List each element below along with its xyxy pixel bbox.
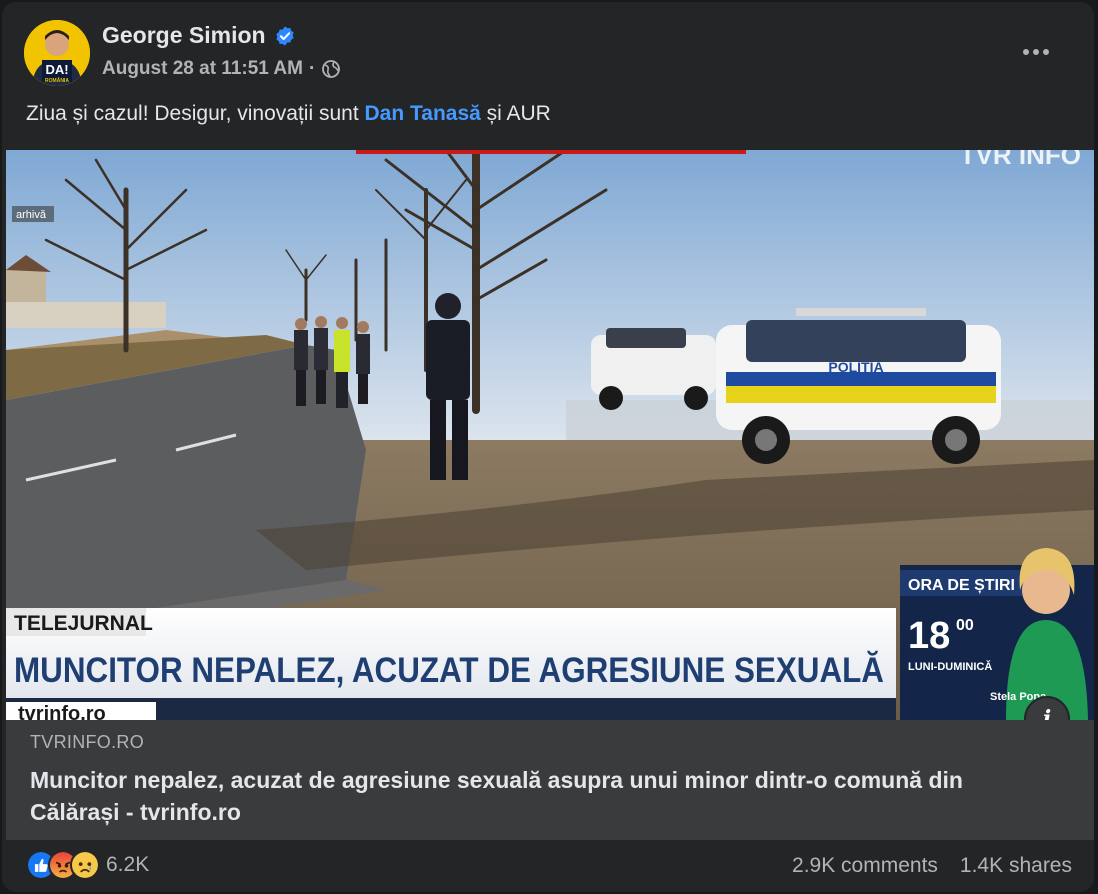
news-box-minutes: 00 [956,617,974,634]
author-name[interactable]: George Simion [102,22,266,49]
avatar-sub-text: ROMÂNIA [45,77,69,84]
lower-third-website: tvrinfo.ro [18,703,106,720]
reactions-summary[interactable]: 6.2K [26,850,149,880]
more-options-icon[interactable] [1016,36,1056,68]
news-box-hour: 18 [908,615,950,657]
post-meta: August 28 at 11:51 AM · [102,58,341,80]
avatar-badge-text: DA! [45,62,68,77]
news-box-days: LUNI-DUMINICĂ [908,660,992,673]
post-text-before: Ziua și cazul! Desigur, vinovații sunt [26,102,365,125]
channel-logo: TVR INFO [960,150,1081,170]
author-avatar[interactable]: DA! ROMÂNIA [24,20,90,86]
post-text: Ziua și cazul! Desigur, vinovații sunt D… [26,102,551,126]
link-title: Muncitor nepalez, acuzat de agresiune se… [30,767,963,825]
post-stats: 2.9K comments 1.4K shares [792,854,1072,878]
post-text-after: și AUR [480,102,551,125]
author-row: George Simion [102,22,296,49]
verified-badge-icon [275,25,294,46]
link-preview[interactable]: TVRINFO.RO Muncitor nepalez, acuzat de a… [6,720,1094,840]
post-card: DA! ROMÂNIA George Simion August 28 at 1… [2,2,1094,892]
post-image[interactable]: POLIȚIA arhivă TVR INFO TELEJURNAL MUNCI… [6,150,1094,720]
shares-count[interactable]: 1.4K shares [960,854,1072,878]
show-name: TELEJURNAL [14,612,153,635]
mention-link[interactable]: Dan Tanasă [364,102,480,125]
link-domain: TVRINFO.RO [30,732,144,752]
comments-count[interactable]: 2.9K comments [792,854,938,878]
meta-separator: · [308,58,316,79]
archive-tag: arhivă [16,209,47,221]
post-timestamp[interactable]: August 28 at 11:51 AM [102,58,303,80]
globe-icon [322,60,341,78]
reaction-count[interactable]: 6.2K [106,853,149,877]
lower-third-headline: MUNCITOR NEPALEZ, ACUZAT DE AGRESIUNE SE… [14,651,884,690]
news-box-title: ORA DE ȘTIRI [908,577,1015,594]
police-car-text: POLIȚIA [828,359,883,375]
sad-icon [70,850,100,880]
